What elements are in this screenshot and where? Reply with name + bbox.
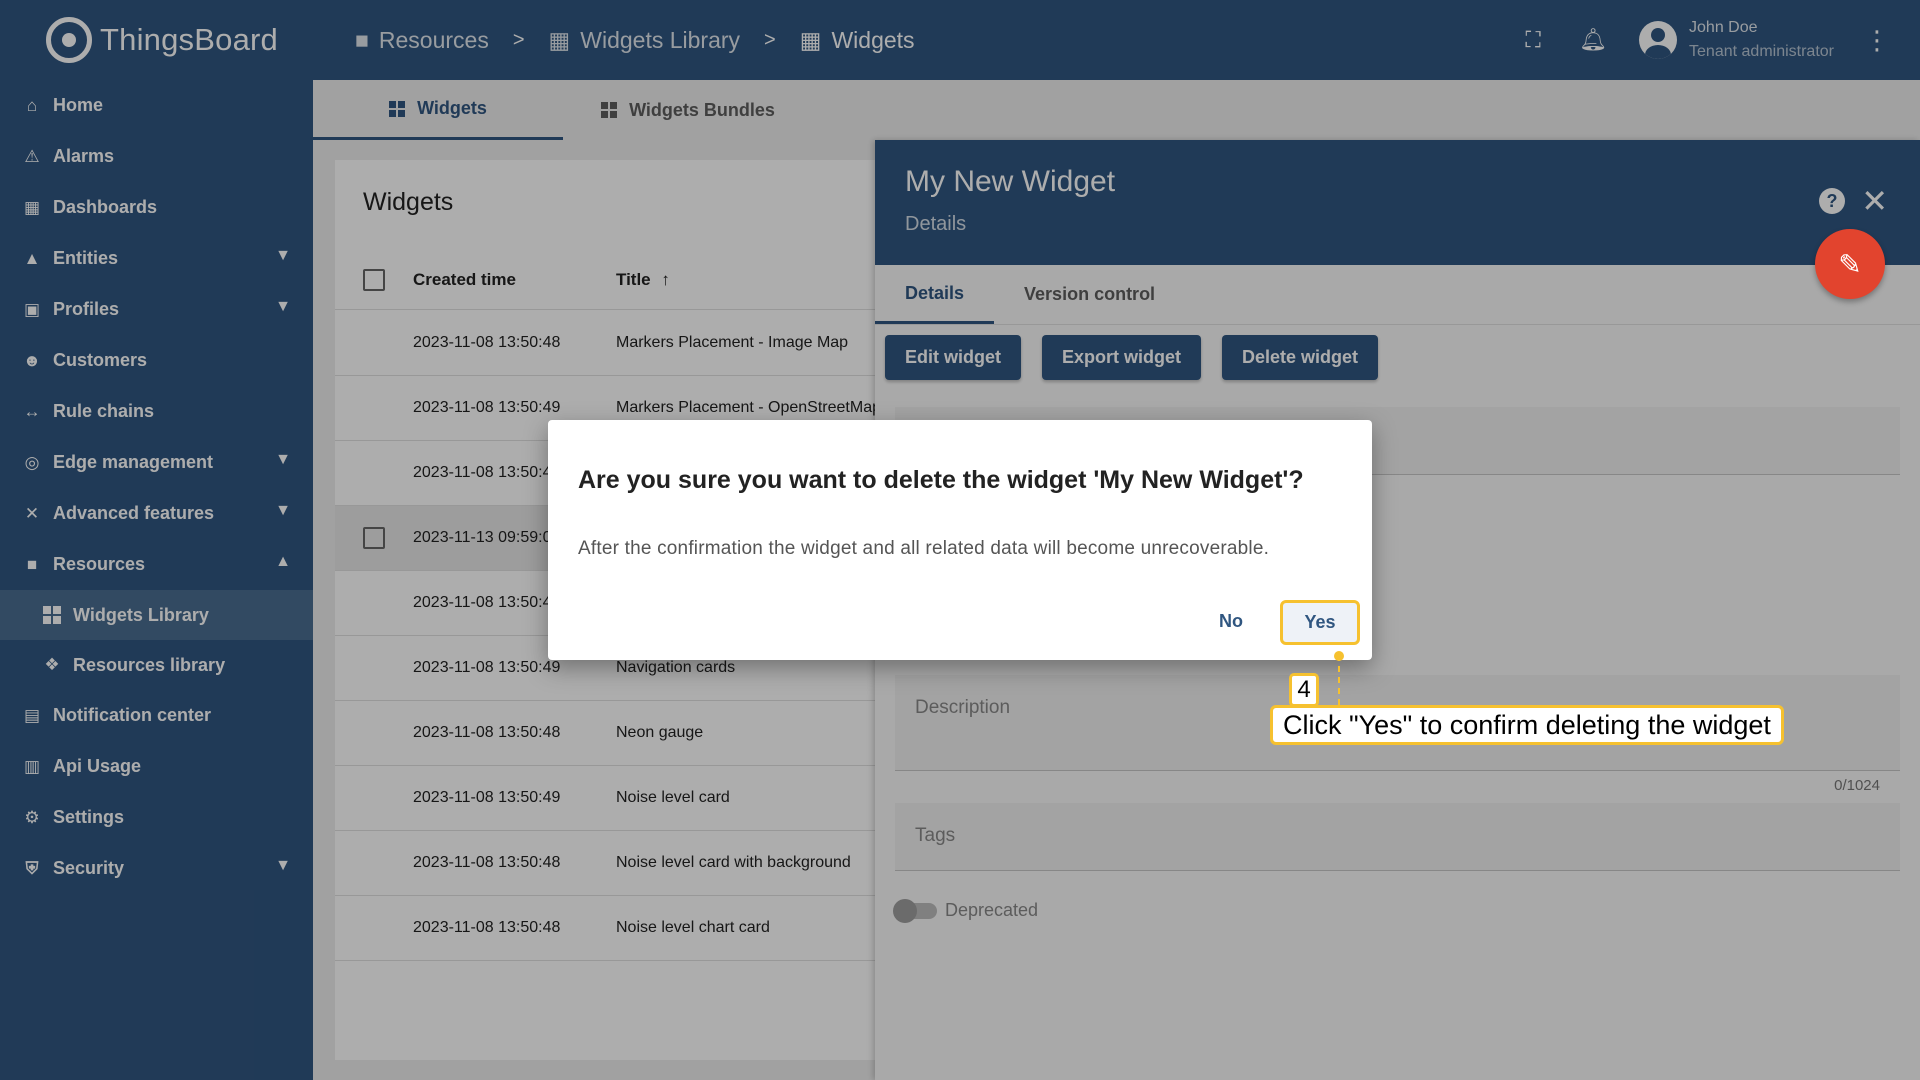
dialog-message: After the confirmation the widget and al… <box>578 538 1270 559</box>
annotation-step-number: 4 <box>1289 673 1319 707</box>
annotation-callout: Click "Yes" to confirm deleting the widg… <box>1270 705 1784 745</box>
pencil-icon: ✎ <box>1838 248 1862 280</box>
annotation-connector <box>1338 655 1340 705</box>
yes-button[interactable]: Yes <box>1280 600 1360 645</box>
dialog-title: Are you sure you want to delete the widg… <box>578 466 1304 494</box>
confirm-delete-dialog: Are you sure you want to delete the widg… <box>548 420 1372 660</box>
no-button[interactable]: No <box>1196 600 1266 642</box>
edit-fab-button[interactable]: ✎ <box>1815 229 1885 299</box>
